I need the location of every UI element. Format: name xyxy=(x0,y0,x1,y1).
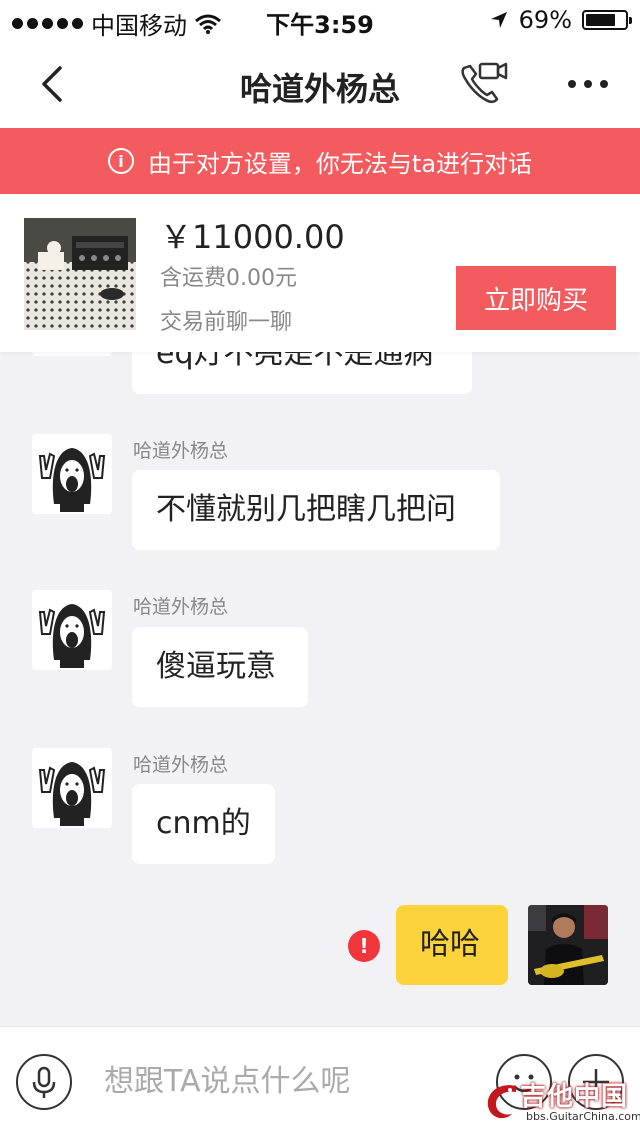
nav-bar: 哈道外杨总 xyxy=(0,40,640,128)
page-title: 哈道外杨总 xyxy=(239,70,400,108)
chat-hint: 交易前聊一聊 xyxy=(160,310,293,335)
message-bubble[interactable]: 傻逼玩意 xyxy=(132,627,308,707)
rocker-avatar-image xyxy=(32,434,112,514)
send-failed-icon[interactable]: ! xyxy=(348,930,380,962)
sender-avatar[interactable] xyxy=(32,434,112,514)
sender-name: 哈道外杨总 xyxy=(133,440,229,462)
my-avatar[interactable] xyxy=(528,905,608,985)
battery-percent: 69% xyxy=(518,6,572,34)
product-price: ￥11000.00 xyxy=(160,218,345,256)
watermark-url: bbs.GuitarChina.com xyxy=(526,1110,640,1123)
site-watermark: 吉他中国 bbs.GuitarChina.com xyxy=(482,1076,640,1130)
battery-icon xyxy=(582,10,632,30)
status-bar: 中国移动 下午3:59 69% xyxy=(0,0,640,40)
watermark-title: 吉他中国 xyxy=(520,1082,629,1112)
message-bubble[interactable]: cnm的 xyxy=(132,784,275,864)
sender-avatar[interactable] xyxy=(32,748,112,828)
message-input[interactable] xyxy=(104,1057,484,1105)
phone-video-call-icon[interactable] xyxy=(458,60,510,108)
product-card[interactable]: ￥11000.00 含运费0.00元 交易前聊一聊 立即购买 xyxy=(0,194,640,352)
voice-button[interactable] xyxy=(16,1054,72,1110)
sender-name: 哈道外杨总 xyxy=(133,596,229,618)
my-message-bubble[interactable]: 哈哈 xyxy=(396,905,508,985)
guitarist-avatar-image xyxy=(528,905,608,985)
message-bubble[interactable]: eq灯不亮是不是通病 xyxy=(132,352,472,394)
message-bubble[interactable]: 不懂就别几把瞎几把问 xyxy=(132,470,500,550)
location-arrow-icon xyxy=(490,12,507,28)
microphone-icon xyxy=(32,1066,56,1098)
product-thumbnail[interactable] xyxy=(24,218,136,330)
banner-text: 由于对方设置，你无法与ta进行对话 xyxy=(147,149,533,178)
rocker-avatar-image xyxy=(32,590,112,670)
sender-name: 哈道外杨总 xyxy=(133,754,229,776)
buy-now-button[interactable]: 立即购买 xyxy=(456,266,616,330)
shipping-fee: 含运费0.00元 xyxy=(160,266,297,291)
dragon-logo-icon xyxy=(487,1085,516,1119)
sender-avatar[interactable] xyxy=(32,590,112,670)
info-icon: i xyxy=(107,148,134,174)
more-options-icon[interactable] xyxy=(566,76,610,92)
message-list[interactable]: eq灯不亮是不是通病 哈道外杨总 不懂就别几把瞎几把问 哈道外杨总 傻逼玩意 哈… xyxy=(0,352,640,1026)
rocker-avatar-image xyxy=(32,748,112,828)
restriction-banner: i 由于对方设置，你无法与ta进行对话 xyxy=(0,128,640,194)
sender-avatar[interactable] xyxy=(32,352,112,356)
